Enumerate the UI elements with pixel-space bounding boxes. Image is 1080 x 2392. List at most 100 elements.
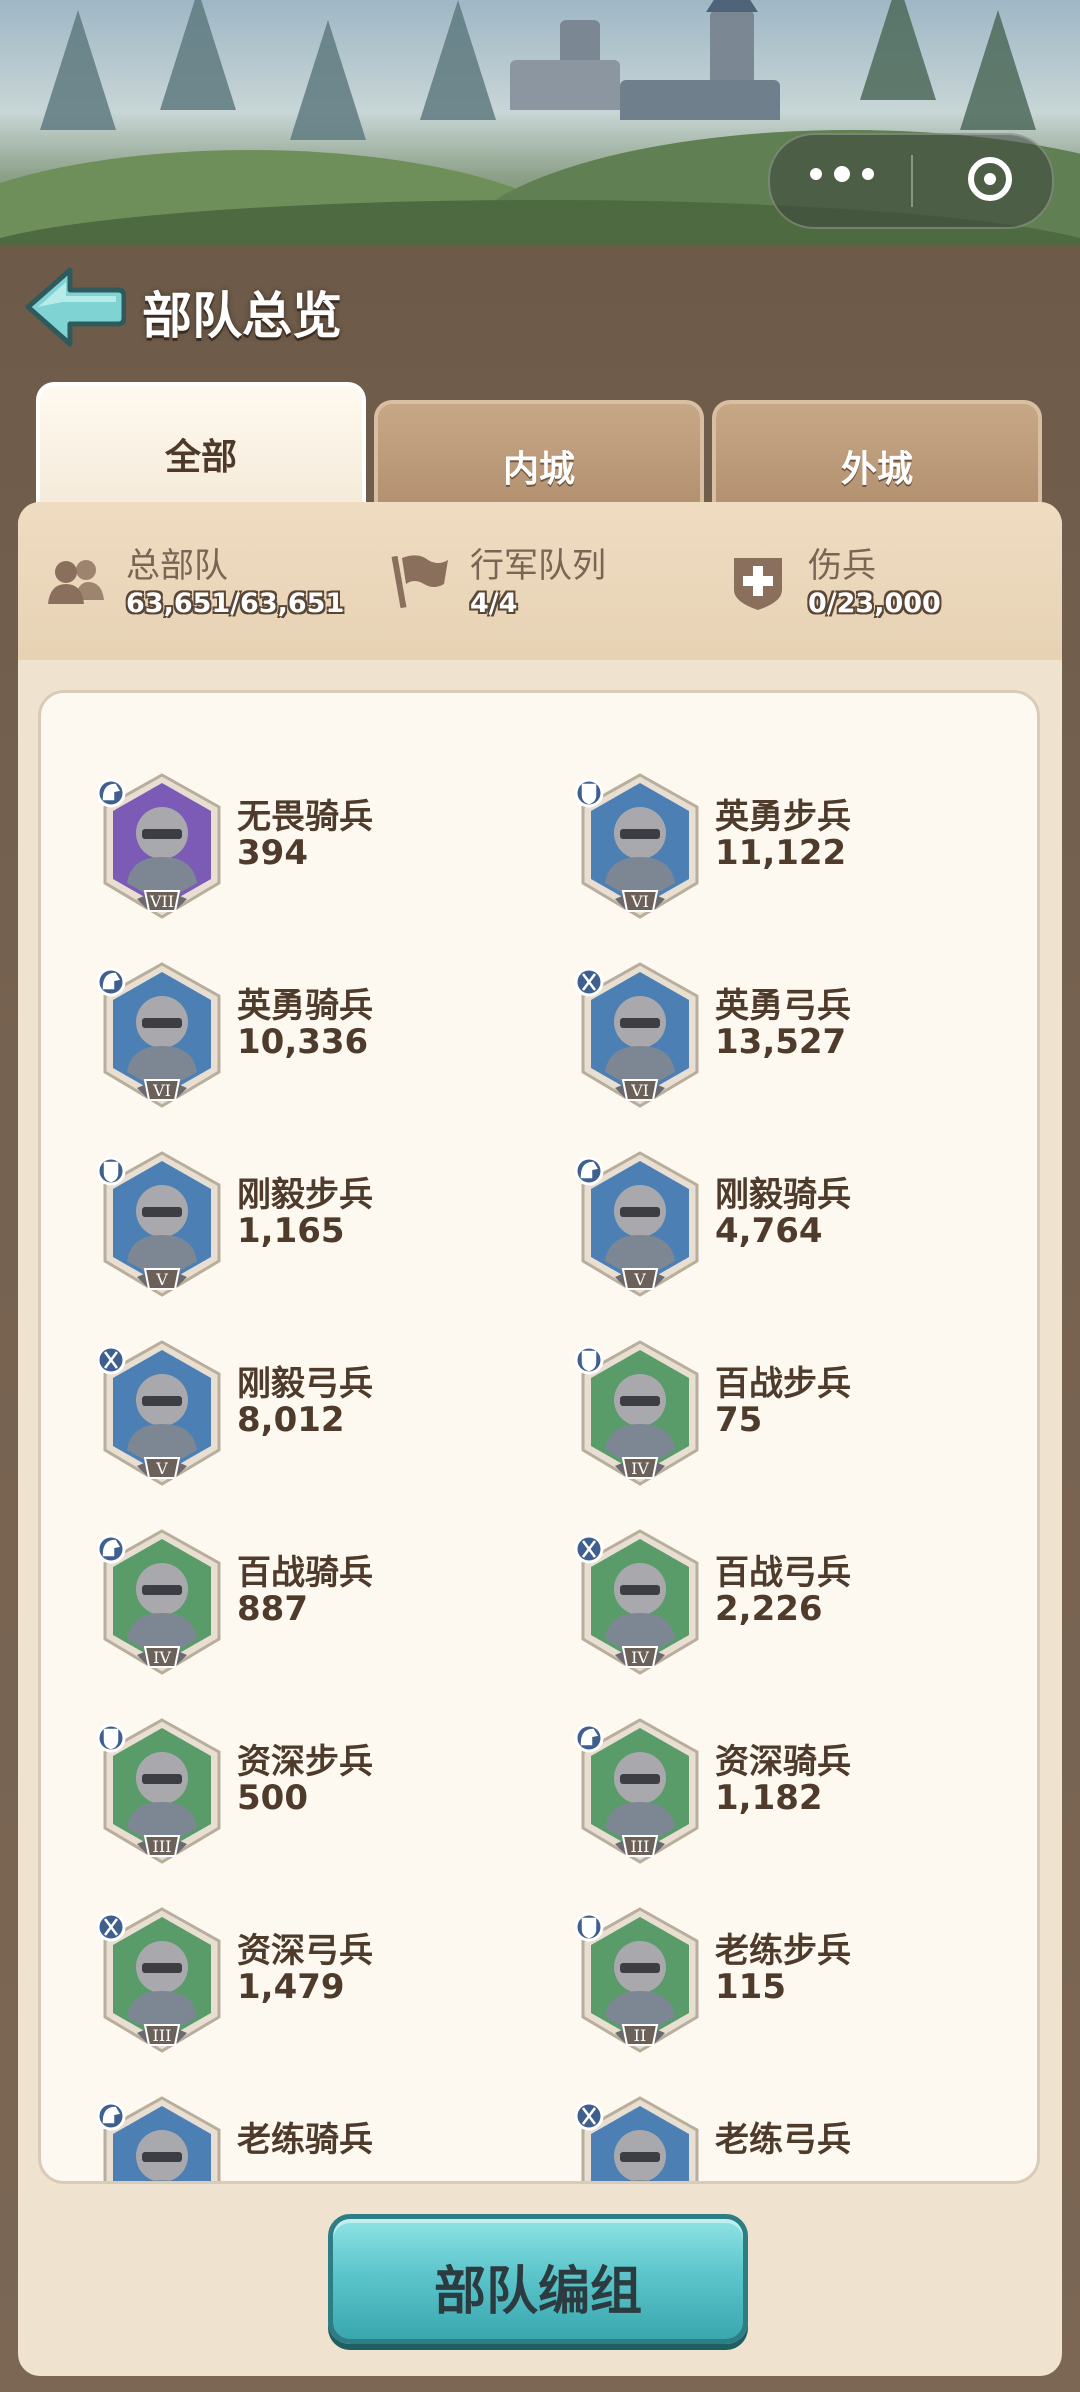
- tier-label: IV: [631, 1648, 649, 1667]
- tier-label: IV: [631, 1459, 649, 1478]
- tier-badge: V: [143, 1268, 181, 1290]
- tier-badge: VI: [143, 1079, 181, 1101]
- page-title: 部队总览: [142, 287, 342, 345]
- unit-portrait: III: [97, 1718, 221, 1864]
- close-target-icon[interactable]: [968, 157, 1012, 201]
- stat-value: 63,651/63,651: [126, 588, 345, 619]
- unit-portrait: V: [97, 1151, 221, 1297]
- unit-item[interactable]: II 老练步兵 115: [575, 1905, 1037, 2055]
- troops-icon: [48, 560, 104, 604]
- unit-name: 百战弓兵: [715, 1553, 851, 1593]
- troop-panel: 总部队 63,651/63,651 行军队列 4/4 伤兵 0/23,000 V…: [18, 502, 1062, 2376]
- troop-list[interactable]: VII 无畏骑兵 394 VI 英勇步兵 11,122 VI 英勇骑兵 10,336 VI 英勇弓兵…: [38, 690, 1040, 2184]
- stat-label: 行军队列: [470, 546, 606, 586]
- unit-item[interactable]: IV 百战步兵 75: [575, 1338, 1037, 1488]
- unit-name: 刚毅弓兵: [237, 1364, 373, 1404]
- unit-portrait: IV: [97, 1529, 221, 1675]
- unit-name: 资深步兵: [237, 1742, 373, 1782]
- unit-item[interactable]: V 刚毅骑兵 4,764: [575, 1149, 1037, 1299]
- unit-item[interactable]: III 资深弓兵 1,479: [97, 1905, 567, 2055]
- more-icon[interactable]: [810, 166, 874, 182]
- tier-badge: IV: [621, 1646, 659, 1668]
- unit-name: 无畏骑兵: [237, 797, 373, 837]
- unit-portrait: [97, 2096, 221, 2181]
- unit-item[interactable]: VI 英勇弓兵 13,527: [575, 960, 1037, 1110]
- tab-all[interactable]: 全部: [36, 382, 366, 506]
- unit-name: 刚毅步兵: [237, 1175, 373, 1215]
- tier-label: VI: [630, 1081, 649, 1100]
- unit-portrait: II: [575, 1907, 699, 2053]
- unit-item[interactable]: 老练骑兵: [97, 2094, 567, 2181]
- wounded-icon: [734, 558, 782, 610]
- unit-item[interactable]: 老练弓兵: [575, 2094, 1037, 2181]
- unit-portrait: III: [575, 1718, 699, 1864]
- unit-name: 英勇骑兵: [237, 986, 373, 1026]
- unit-name: 刚毅骑兵: [715, 1175, 851, 1215]
- unit-name: 资深骑兵: [715, 1742, 851, 1782]
- unit-portrait: IV: [575, 1340, 699, 1486]
- unit-name: 老练弓兵: [715, 2120, 851, 2160]
- unit-count: 1,182: [715, 1778, 823, 1818]
- stat-value: 4/4: [470, 588, 518, 619]
- stat-label: 伤兵: [808, 546, 876, 586]
- unit-portrait: VI: [575, 773, 699, 919]
- unit-portrait: V: [97, 1340, 221, 1486]
- unit-item[interactable]: III 资深骑兵 1,182: [575, 1716, 1037, 1866]
- tab-all-label: 全部: [164, 437, 237, 478]
- stats-bar: 总部队 63,651/63,651 行军队列 4/4 伤兵 0/23,000: [18, 502, 1062, 660]
- unit-portrait: V: [575, 1151, 699, 1297]
- unit-portrait: IV: [575, 1529, 699, 1675]
- unit-count: 1,479: [237, 1967, 345, 2007]
- capsule-divider: [911, 155, 913, 207]
- unit-name: 英勇弓兵: [715, 986, 851, 1026]
- unit-item[interactable]: VII 无畏骑兵 394: [97, 771, 567, 921]
- flag-icon: [391, 555, 448, 609]
- unit-name: 资深弓兵: [237, 1931, 373, 1971]
- unit-count: 500: [237, 1778, 308, 1818]
- tier-label: III: [153, 2026, 172, 2045]
- unit-portrait: VI: [97, 962, 221, 1108]
- troop-formation-label: 部队编组: [433, 2262, 642, 2322]
- unit-name: 百战骑兵: [237, 1553, 373, 1593]
- tab-inner-city[interactable]: 内城: [374, 400, 704, 504]
- unit-count: 11,122: [715, 833, 847, 873]
- tier-label: V: [155, 1270, 168, 1289]
- scenic-banner: [0, 0, 1080, 250]
- tier-badge: V: [143, 1457, 181, 1479]
- tab-inner-city-label: 内城: [502, 449, 575, 490]
- unit-portrait: III: [97, 1907, 221, 2053]
- stat-label: 总部队: [126, 546, 228, 586]
- tier-badge: IV: [143, 1646, 181, 1668]
- stat-value: 0/23,000: [808, 588, 941, 619]
- mini-program-capsule: [768, 133, 1054, 229]
- unit-item[interactable]: V 刚毅弓兵 8,012: [97, 1338, 567, 1488]
- unit-item[interactable]: VI 英勇骑兵 10,336: [97, 960, 567, 1110]
- unit-count: 1,165: [237, 1211, 345, 1251]
- tab-outer-city[interactable]: 外城: [712, 400, 1042, 504]
- unit-count: 4,764: [715, 1211, 823, 1251]
- tier-label: II: [634, 2026, 647, 2045]
- tier-badge: VI: [621, 1079, 659, 1101]
- unit-count: 2,226: [715, 1589, 823, 1629]
- unit-count: 10,336: [237, 1022, 369, 1062]
- unit-item[interactable]: IV 百战弓兵 2,226: [575, 1527, 1037, 1677]
- tier-badge: III: [143, 2024, 181, 2046]
- tier-badge: VI: [621, 890, 659, 912]
- tier-badge: III: [143, 1835, 181, 1857]
- unit-count: 115: [715, 1967, 786, 2007]
- unit-count: 13,527: [715, 1022, 847, 1062]
- troop-formation-button[interactable]: 部队编组: [328, 2214, 748, 2344]
- unit-item[interactable]: VI 英勇步兵 11,122: [575, 771, 1037, 921]
- unit-name: 老练步兵: [715, 1931, 851, 1971]
- unit-count: 8,012: [237, 1400, 345, 1440]
- unit-item[interactable]: IV 百战骑兵 887: [97, 1527, 567, 1677]
- unit-item[interactable]: III 资深步兵 500: [97, 1716, 567, 1866]
- tier-badge: II: [621, 2024, 659, 2046]
- back-arrow-icon[interactable]: [22, 262, 126, 352]
- tier-label: III: [631, 1837, 650, 1856]
- unit-portrait: [575, 2096, 699, 2181]
- tier-label: V: [633, 1270, 646, 1289]
- unit-portrait: VII: [97, 773, 221, 919]
- unit-item[interactable]: V 刚毅步兵 1,165: [97, 1149, 567, 1299]
- tier-label: V: [155, 1459, 168, 1478]
